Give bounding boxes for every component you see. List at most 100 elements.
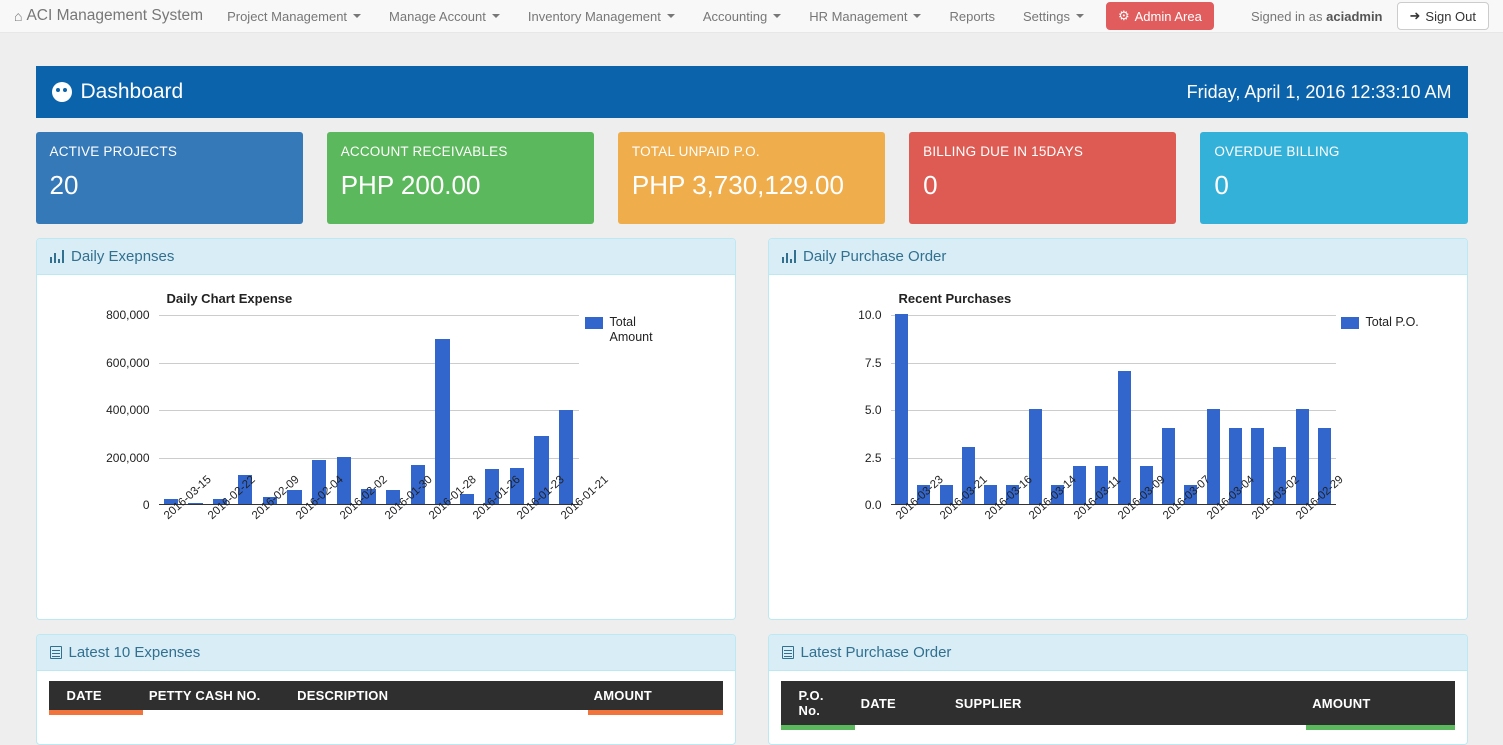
chart-bar[interactable] bbox=[558, 410, 574, 504]
top-navbar: ⌂ ACI Management System Project Manageme… bbox=[0, 0, 1503, 33]
chart-daily-chart-expense[interactable]: Daily Chart Expense 0 200,000 400,000 600,0… bbox=[49, 285, 723, 605]
chart-title: Recent Purchases bbox=[898, 291, 1012, 306]
column-header-date[interactable]: DATE bbox=[854, 681, 949, 725]
kpi-card-active-projects[interactable]: ACTIVE PROJECTS 20 bbox=[35, 132, 303, 224]
panel-body: Daily Chart Expense 0 200,000 400,000 600,0… bbox=[36, 275, 735, 619]
chart-y-tick-label: 5.0 bbox=[864, 403, 882, 417]
kpi-label: BILLING DUE IN 15DAYS bbox=[923, 144, 1084, 159]
table-header-row: DATE PETTY CASH NO. DESCRIPTION AMOUNT bbox=[48, 681, 723, 710]
panel-daily-expenses: Daily Exepnses Daily Chart Expense 0 200,… bbox=[35, 238, 736, 620]
chevron-down-icon bbox=[353, 14, 362, 18]
chart-y-tick-label: 0.0 bbox=[864, 498, 882, 512]
sign-out-button[interactable]: ➜ Sign Out bbox=[1396, 2, 1489, 30]
chart-plot-area: 0 200,000 400,000 600,000 800,000 2016-03-15 2… bbox=[106, 308, 611, 522]
column-header-supplier[interactable]: SUPPLIER bbox=[948, 681, 1307, 725]
chart-bar-slot bbox=[1313, 315, 1335, 504]
kpi-card-account-receivables[interactable]: ACCOUNT RECEIVABLES PHP 200.00 bbox=[326, 132, 594, 224]
legend-swatch bbox=[1340, 317, 1359, 329]
kpi-card-billing-due-15days[interactable]: BILLING DUE IN 15DAYS 0 bbox=[909, 132, 1177, 224]
gear-icon: ⚙ bbox=[1117, 8, 1130, 23]
chart-plot-area: 0.0 2.5 5.0 7.5 10.0 2016-03-23 2016-03-21 2016… bbox=[858, 308, 1346, 522]
accent-cell bbox=[949, 725, 1306, 730]
nav-item-settings[interactable]: Settings bbox=[1009, 0, 1098, 33]
chart-y-tick-label: 0 bbox=[142, 498, 150, 512]
column-header-amount[interactable]: AMOUNT bbox=[587, 681, 723, 710]
nav-label: Inventory Management bbox=[527, 8, 661, 24]
chart-bar-slot bbox=[891, 314, 913, 504]
brand-logo[interactable]: ⌂ ACI Management System bbox=[10, 7, 213, 25]
main-nav: Project Management Manage Account Invent… bbox=[213, 0, 1214, 33]
panel-daily-purchase-order: Daily Purchase Order Recent Purchases 0.… bbox=[767, 238, 1468, 620]
chart-bar[interactable] bbox=[435, 338, 450, 504]
nav-item-project-management[interactable]: Project Management bbox=[213, 0, 375, 33]
nav-item-accounting[interactable]: Accounting bbox=[689, 0, 795, 33]
chart-bar-slot bbox=[430, 315, 455, 504]
kpi-card-overdue-billing[interactable]: OVERDUE BILLING 0 bbox=[1200, 132, 1468, 224]
chart-bar-slot bbox=[480, 315, 505, 504]
column-header-date[interactable]: DATE bbox=[48, 681, 143, 710]
chart-y-tick-label: 600,000 bbox=[106, 355, 150, 370]
admin-area-label: Admin Area bbox=[1134, 8, 1202, 24]
chevron-down-icon bbox=[491, 14, 500, 18]
chart-legend: Total Amount bbox=[584, 315, 675, 345]
accent-cell bbox=[143, 710, 291, 715]
table-accent-row bbox=[48, 710, 723, 715]
sign-out-icon: ➜ bbox=[1409, 8, 1421, 23]
legend-swatch bbox=[584, 317, 603, 329]
chart-bar[interactable] bbox=[1162, 428, 1176, 504]
nav-item-hr-management[interactable]: HR Management bbox=[795, 0, 935, 33]
chart-recent-purchases[interactable]: Recent Purchases 0.0 2.5 5.0 7.5 10.0 2016-03… bbox=[781, 285, 1455, 605]
signed-in-username: aciadmin bbox=[1326, 8, 1383, 24]
signed-in-prefix: Signed in as bbox=[1250, 8, 1323, 24]
chart-bar[interactable] bbox=[895, 314, 909, 504]
accent-cell bbox=[780, 725, 855, 730]
home-icon: ⌂ bbox=[14, 8, 23, 24]
chart-bar[interactable] bbox=[1251, 428, 1265, 504]
chart-y-tick-label: 400,000 bbox=[106, 403, 150, 417]
column-header-amount[interactable]: AMOUNT bbox=[1306, 681, 1455, 725]
nav-item-reports[interactable]: Reports bbox=[935, 0, 1009, 33]
chart-bar-slot bbox=[381, 315, 406, 504]
column-header-po-no[interactable]: P.O. No. bbox=[780, 681, 855, 725]
chart-bar-slot bbox=[159, 315, 184, 504]
table-icon bbox=[781, 646, 794, 659]
nav-label: Accounting bbox=[702, 8, 768, 24]
page-container: Dashboard Friday, April 1, 2016 12:33:10… bbox=[35, 33, 1468, 745]
kpi-label: ACCOUNT RECEIVABLES bbox=[340, 144, 508, 159]
chart-bar[interactable] bbox=[1028, 409, 1042, 504]
chart-title: Daily Chart Expense bbox=[166, 291, 293, 306]
page-title: Dashboard bbox=[51, 80, 184, 104]
kpi-card-row: ACTIVE PROJECTS 20 ACCOUNT RECEIVABLES P… bbox=[35, 132, 1468, 224]
nav-item-inventory-management[interactable]: Inventory Management bbox=[514, 0, 689, 33]
kpi-value: 20 bbox=[49, 170, 79, 200]
panel-latest-expenses: Latest 10 Expenses DATE PETTY CASH NO. D… bbox=[35, 634, 736, 745]
kpi-value: PHP 3,730,129.00 bbox=[631, 170, 844, 200]
nav-label: Settings bbox=[1023, 8, 1070, 24]
chart-panel-row: Daily Exepnses Daily Chart Expense 0 200,… bbox=[35, 238, 1468, 620]
chart-y-tick-label: 200,000 bbox=[106, 450, 150, 465]
page-title-label: Dashboard bbox=[80, 80, 184, 103]
chart-bar-slot bbox=[233, 315, 258, 504]
bar-chart-icon bbox=[781, 250, 796, 263]
table-panel-row: Latest 10 Expenses DATE PETTY CASH NO. D… bbox=[35, 634, 1468, 745]
chart-bar-slot bbox=[529, 315, 554, 504]
panel-title: Daily Exepnses bbox=[71, 248, 175, 265]
kpi-label: OVERDUE BILLING bbox=[1214, 144, 1340, 159]
admin-area-button[interactable]: ⚙ Admin Area bbox=[1105, 2, 1214, 30]
chart-y-tick-label: 2.5 bbox=[864, 450, 882, 465]
chart-bar[interactable] bbox=[1206, 409, 1220, 504]
column-header-description[interactable]: DESCRIPTION bbox=[291, 681, 588, 710]
panel-body: P.O. No. DATE SUPPLIER AMOUNT bbox=[768, 671, 1467, 744]
chart-bar[interactable] bbox=[1295, 409, 1309, 504]
chart-bar-slot bbox=[957, 315, 979, 504]
signed-in-status: Signed in as aciadmin bbox=[1251, 9, 1383, 24]
column-header-petty-cash-no[interactable]: PETTY CASH NO. bbox=[142, 681, 292, 710]
bar-chart-icon bbox=[49, 250, 64, 263]
chart-bar-slot bbox=[1091, 315, 1113, 504]
kpi-card-total-unpaid-po[interactable]: TOTAL UNPAID P.O. PHP 3,730,129.00 bbox=[617, 132, 886, 224]
nav-item-manage-account[interactable]: Manage Account bbox=[375, 0, 514, 33]
nav-right-group: Signed in as aciadmin ➜ Sign Out bbox=[1251, 2, 1489, 30]
chart-bar-slot bbox=[913, 315, 935, 504]
chart-bar-slot bbox=[208, 315, 233, 504]
chart-bar-slot bbox=[1224, 315, 1246, 504]
